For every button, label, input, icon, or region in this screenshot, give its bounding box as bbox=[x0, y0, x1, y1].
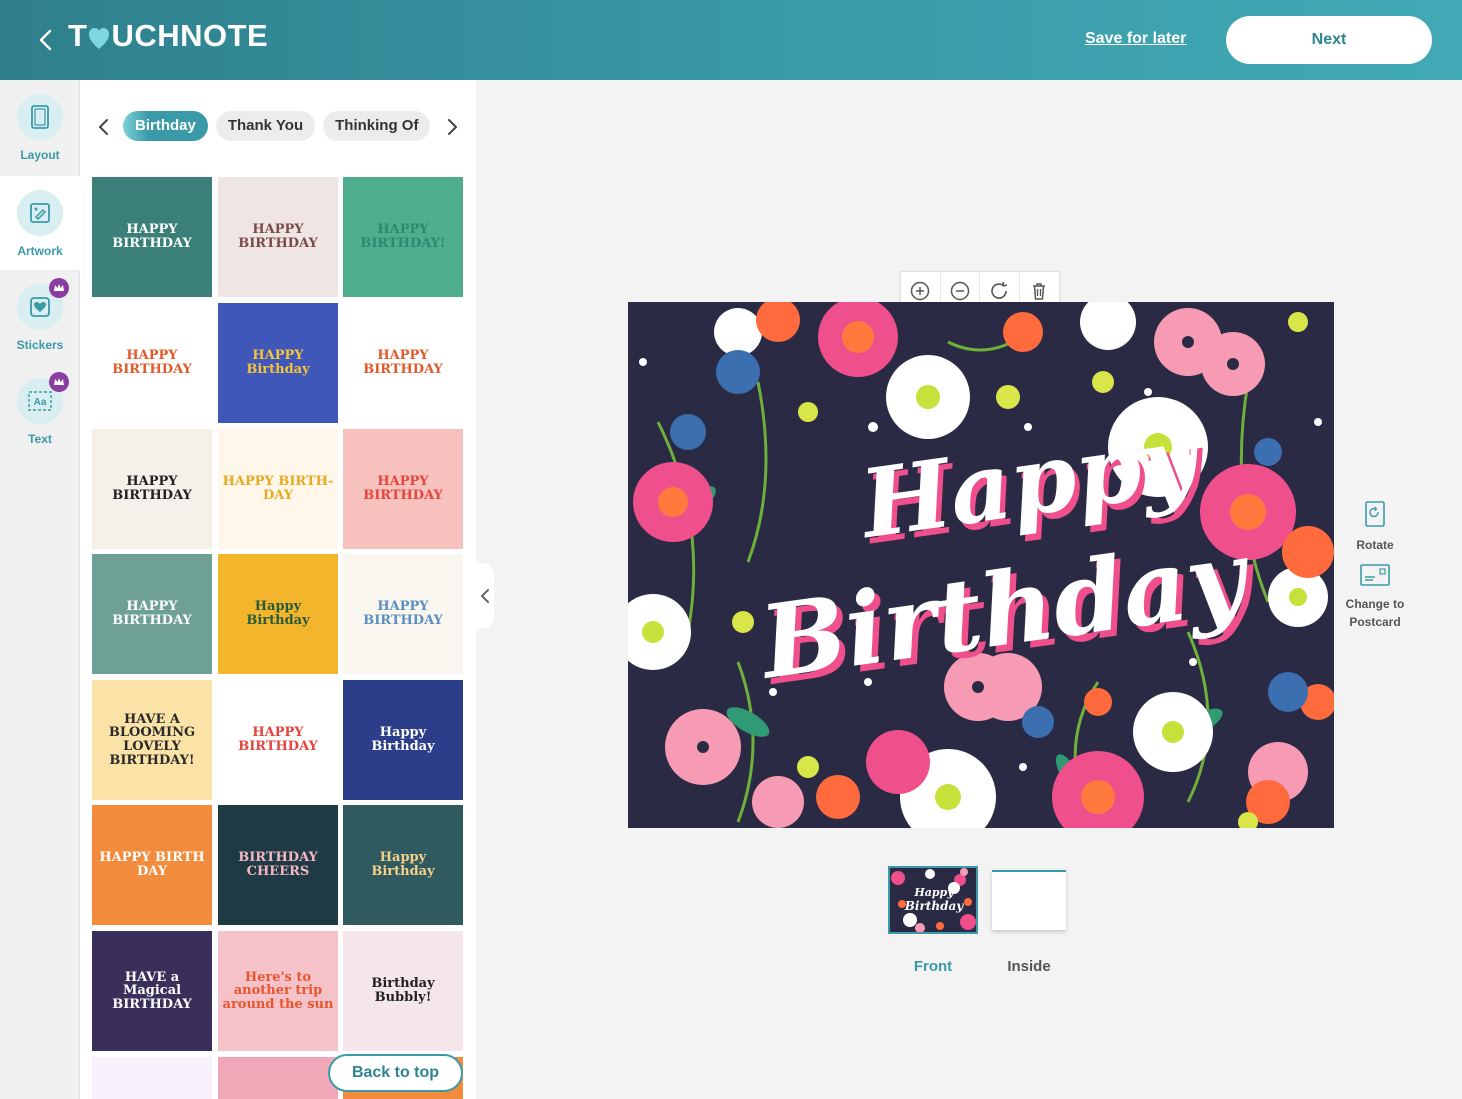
tool-text-label: Text bbox=[28, 432, 52, 446]
artwork-thumbnail[interactable]: Birthday Bubbly! bbox=[343, 931, 463, 1051]
artwork-thumbnail[interactable]: HAPPY BIRTHDAY bbox=[92, 429, 212, 549]
tool-stickers[interactable]: Stickers bbox=[0, 270, 80, 364]
tool-layout[interactable]: Layout bbox=[0, 80, 80, 174]
artwork-thumbnail-text: HAPPY BIRTHDAY bbox=[112, 599, 192, 628]
change-to-postcard-label: Change to Postcard bbox=[1346, 595, 1405, 631]
tool-artwork[interactable]: Artwork bbox=[0, 176, 80, 270]
artwork-thumbnail[interactable] bbox=[92, 1057, 212, 1099]
artwork-thumbnail-text: HAPPY BIRTHDAY bbox=[112, 474, 192, 503]
category-next-chevron-icon[interactable] bbox=[442, 116, 462, 138]
artwork-thumbnail[interactable]: HAPPY BIRTHDAY bbox=[92, 177, 212, 297]
heart-icon bbox=[88, 23, 110, 49]
artwork-icon bbox=[17, 190, 63, 236]
inside-page-label[interactable]: Inside bbox=[984, 958, 1074, 975]
tab-thinking-of[interactable]: Thinking Of bbox=[323, 111, 431, 141]
artwork-thumbnail-text: Birthday Bubbly! bbox=[371, 976, 435, 1005]
tool-artwork-label: Artwork bbox=[17, 244, 63, 258]
artwork-thumbnail-text: HAPPY BIRTHDAY bbox=[112, 348, 192, 377]
artwork-thumbnail-text: HAPPY BIRTH DAY bbox=[99, 850, 205, 879]
artwork-thumbnail[interactable]: BIRTHDAY CHEERS bbox=[218, 805, 338, 925]
artwork-thumbnail-text bbox=[148, 1074, 156, 1082]
postcard-icon bbox=[1360, 564, 1390, 586]
back-arrow-icon[interactable] bbox=[34, 26, 58, 54]
logo-text-end: UCHNOTE bbox=[111, 18, 269, 53]
artwork-thumbnail[interactable]: HAPPY BIRTHDAY bbox=[218, 177, 338, 297]
rotate-card-icon bbox=[1365, 501, 1385, 527]
rotate-card-button[interactable]: Rotate bbox=[1336, 500, 1414, 554]
artwork-thumbnail-text: HAVE A BLOOMING LOVELY BIRTHDAY! bbox=[108, 711, 196, 768]
artwork-thumbnail-text: Happy Birthday bbox=[246, 599, 310, 628]
artwork-thumbnail-text: HAPPY BIRTHDAY bbox=[363, 599, 443, 628]
artwork-thumbnail[interactable]: Here's to another trip around the sun bbox=[218, 931, 338, 1051]
top-bar: T UCHNOTE Save for later Next bbox=[0, 0, 1462, 80]
touchnote-logo: T UCHNOTE bbox=[68, 18, 268, 54]
save-for-later-link[interactable]: Save for later bbox=[1085, 30, 1186, 48]
back-to-top-button[interactable]: Back to top bbox=[328, 1054, 463, 1092]
artwork-thumbnail[interactable]: HAPPY BIRTHDAY! bbox=[343, 177, 463, 297]
artwork-thumbnail[interactable]: HAVE A BLOOMING LOVELY BIRTHDAY! bbox=[92, 680, 212, 800]
artwork-thumbnail[interactable]: HAPPY BIRTHDAY bbox=[343, 554, 463, 674]
premium-crown-icon bbox=[49, 278, 69, 298]
artwork-thumbnail-text: HAPPY BIRTHDAY bbox=[112, 222, 192, 251]
artwork-thumbnail-text: HAPPY BIRTHDAY bbox=[363, 348, 443, 377]
front-thumb-happy: Happy bbox=[913, 886, 955, 899]
artwork-thumbnail-text: Here's to another trip around the sun bbox=[222, 969, 334, 1012]
stickers-icon bbox=[17, 278, 69, 330]
layout-icon bbox=[17, 94, 63, 140]
front-page-thumbnail[interactable]: Happy Birthday bbox=[888, 866, 978, 934]
tool-text[interactable]: Aa Text bbox=[0, 364, 80, 458]
artwork-thumbnail-text: HAVE a Magical BIRTHDAY bbox=[112, 969, 192, 1012]
logo-text-start: T bbox=[68, 18, 88, 53]
tool-stickers-label: Stickers bbox=[16, 338, 64, 352]
collapse-panel-chevron-icon[interactable] bbox=[476, 563, 494, 629]
category-tabs: Birthday Thank You Thinking Of bbox=[123, 111, 435, 143]
artwork-thumbnail-text: Happy Birthday bbox=[371, 850, 435, 879]
card-front-preview[interactable]: Happy Happy Birthday Birthday bbox=[628, 302, 1334, 828]
inside-page-thumbnail[interactable] bbox=[992, 870, 1066, 930]
artwork-thumbnail[interactable]: HAPPY Birthday bbox=[218, 303, 338, 423]
artwork-panel: Birthday Thank You Thinking Of HAPPY BIRTH… bbox=[80, 80, 476, 1099]
tool-layout-label: Layout bbox=[20, 148, 60, 162]
artwork-thumbnail-text: HAPPY Birthday bbox=[246, 348, 310, 377]
front-page-label[interactable]: Front bbox=[888, 958, 978, 975]
artwork-thumbnail[interactable] bbox=[218, 1057, 338, 1099]
floral-artwork: Happy Happy Birthday Birthday bbox=[628, 302, 1334, 828]
change-to-label-line2: Postcard bbox=[1349, 615, 1401, 629]
change-to-label-line1: Change to bbox=[1345, 597, 1405, 611]
svg-text:Aa: Aa bbox=[34, 397, 47, 408]
artwork-thumbnail[interactable]: HAPPY BIRTH-DAY bbox=[218, 429, 338, 549]
artwork-thumbnail-text: HAPPY BIRTHDAY bbox=[238, 222, 318, 251]
artwork-thumbnail[interactable]: HAPPY BIRTHDAY bbox=[92, 554, 212, 674]
rotate-card-label: Rotate bbox=[1356, 538, 1394, 552]
front-thumb-birthday: Birthday bbox=[904, 899, 964, 913]
artwork-thumbnail-text: HAPPY BIRTHDAY! bbox=[360, 222, 446, 251]
artwork-thumbnail[interactable]: HAPPY BIRTHDAY bbox=[218, 680, 338, 800]
artwork-thumbnail[interactable]: HAPPY BIRTHDAY bbox=[92, 303, 212, 423]
artwork-thumbnail-text: BIRTHDAY CHEERS bbox=[238, 850, 318, 879]
artwork-thumbnail[interactable]: HAPPY BIRTHDAY bbox=[343, 303, 463, 423]
artwork-thumbnail-text: HAPPY BIRTHDAY bbox=[363, 474, 443, 503]
change-to-postcard-button[interactable]: Change to Postcard bbox=[1336, 563, 1414, 631]
artwork-thumbnail-text bbox=[274, 1074, 282, 1082]
artwork-thumbnail[interactable]: HAPPY BIRTH DAY bbox=[92, 805, 212, 925]
artwork-thumbnail[interactable]: Happy Birthday bbox=[343, 680, 463, 800]
artwork-thumbnail[interactable]: Happy Birthday bbox=[343, 805, 463, 925]
artwork-thumbnail-text: HAPPY BIRTHDAY bbox=[238, 725, 318, 754]
text-icon: Aa bbox=[17, 372, 69, 424]
front-thumb-artwork: Happy Birthday bbox=[890, 868, 976, 932]
artwork-thumbnail[interactable]: HAVE a Magical BIRTHDAY bbox=[92, 931, 212, 1051]
artwork-thumbnail[interactable]: Happy Birthday bbox=[218, 554, 338, 674]
premium-crown-icon bbox=[49, 372, 69, 392]
tab-birthday[interactable]: Birthday bbox=[123, 111, 208, 141]
artwork-thumbnail[interactable]: HAPPY BIRTHDAY bbox=[343, 429, 463, 549]
artwork-thumbnail-text: Happy Birthday bbox=[371, 725, 435, 754]
artwork-thumbnail-text: HAPPY BIRTH-DAY bbox=[222, 474, 334, 503]
tool-rail: Layout Artwork Stickers Aa Text bbox=[0, 80, 80, 1099]
category-prev-chevron-icon[interactable] bbox=[94, 116, 114, 138]
tab-thank-you[interactable]: Thank You bbox=[215, 111, 316, 141]
next-button[interactable]: Next bbox=[1226, 16, 1432, 64]
